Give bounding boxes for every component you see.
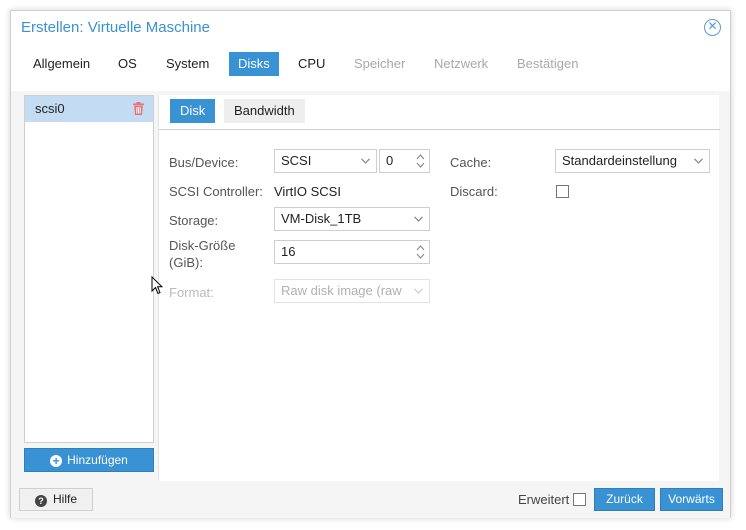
dialog-title-bar[interactable]: Erstellen: Virtuelle Maschine ✕ xyxy=(11,11,730,45)
trash-icon[interactable] xyxy=(133,102,144,115)
tab-bestaetigen: Bestätigen xyxy=(517,56,579,71)
format-select-value: Raw disk image (raw xyxy=(281,283,402,298)
subtab-disk[interactable]: Disk xyxy=(170,99,216,123)
question-circle-icon: ? xyxy=(34,495,47,507)
help-button[interactable]: ? Hilfe xyxy=(19,488,93,511)
disk-size-value: 16 xyxy=(281,244,296,259)
bus-select-value: SCSI xyxy=(281,153,312,168)
dialog-title: Erstellen: Virtuelle Maschine xyxy=(21,19,210,36)
spinner-arrows-icon[interactable] xyxy=(416,244,425,260)
chevron-down-icon xyxy=(414,216,423,222)
close-icon: ✕ xyxy=(707,19,718,33)
advanced-label: Erweitert xyxy=(518,492,570,507)
bus-select[interactable]: SCSI xyxy=(274,149,377,173)
storage-select[interactable]: VM-Disk_1TB xyxy=(274,207,430,231)
add-disk-label: Hinzufügen xyxy=(67,453,128,467)
tab-allgemein[interactable]: Allgemein xyxy=(24,52,99,76)
dialog-footer: ? Hilfe Erweitert Zurück Vorwärts xyxy=(11,481,730,518)
device-number-value: 0 xyxy=(386,153,394,168)
chevron-down-icon xyxy=(361,158,370,164)
cache-select[interactable]: Standardeinstellung xyxy=(555,149,710,173)
help-label: Hilfe xyxy=(52,492,77,506)
scsi-controller-label: SCSI Controller: xyxy=(169,184,263,199)
disk-list-item-scsi0[interactable]: scsi0 xyxy=(25,96,153,122)
tab-netzwerk: Netzwerk xyxy=(434,56,489,71)
format-select: Raw disk image (raw xyxy=(274,279,430,303)
next-button[interactable]: Vorwärts xyxy=(660,488,723,511)
disk-list: scsi0 xyxy=(24,95,154,443)
close-button[interactable]: ✕ xyxy=(704,19,721,36)
storage-select-value: VM-Disk_1TB xyxy=(281,211,362,226)
disk-size-label-line1: Disk-Größe xyxy=(169,238,236,253)
scsi-controller-value: VirtIO SCSI xyxy=(274,184,341,199)
format-label: Format: xyxy=(169,285,214,300)
wizard-tabbar: Allgemein OS System Disks CPU Speicher N… xyxy=(11,45,730,91)
wizard-body: scsi0 + Hinzufügen Disk Bandwidth Bus/Dev… xyxy=(11,91,730,481)
tab-os[interactable]: OS xyxy=(109,52,146,76)
cache-select-value: Standardeinstellung xyxy=(562,153,677,168)
spinner-arrows-icon[interactable] xyxy=(416,153,425,169)
back-button[interactable]: Zurück xyxy=(594,488,655,511)
cache-label: Cache: xyxy=(450,155,492,170)
plus-circle-icon: + xyxy=(50,455,63,467)
subtab-divider xyxy=(159,129,720,130)
disk-config-panel: Disk Bandwidth Bus/Device: SCSI 0 SCSI C… xyxy=(158,95,720,481)
device-number-stepper[interactable]: 0 xyxy=(379,149,430,173)
chevron-down-icon xyxy=(414,288,423,294)
tab-speicher: Speicher xyxy=(354,56,406,71)
disk-list-item-label: scsi0 xyxy=(35,101,65,116)
chevron-down-icon xyxy=(694,158,703,164)
disk-size-label-line2: (GiB): xyxy=(169,255,203,270)
tab-system[interactable]: System xyxy=(157,52,218,76)
mouse-pointer-icon xyxy=(151,276,163,295)
subtab-bandwidth[interactable]: Bandwidth xyxy=(224,99,305,123)
advanced-checkbox[interactable] xyxy=(573,493,586,506)
create-vm-dialog: Erstellen: Virtuelle Maschine ✕ Allgemei… xyxy=(10,10,731,518)
storage-label: Storage: xyxy=(169,213,219,228)
tab-disks[interactable]: Disks xyxy=(229,52,279,76)
tab-cpu[interactable]: CPU xyxy=(289,52,334,76)
discard-checkbox[interactable] xyxy=(556,185,569,198)
bus-device-label: Bus/Device: xyxy=(169,155,239,170)
discard-label: Discard: xyxy=(450,184,498,199)
add-disk-button[interactable]: + Hinzufügen xyxy=(24,448,154,472)
disk-size-stepper[interactable]: 16 xyxy=(274,240,430,264)
